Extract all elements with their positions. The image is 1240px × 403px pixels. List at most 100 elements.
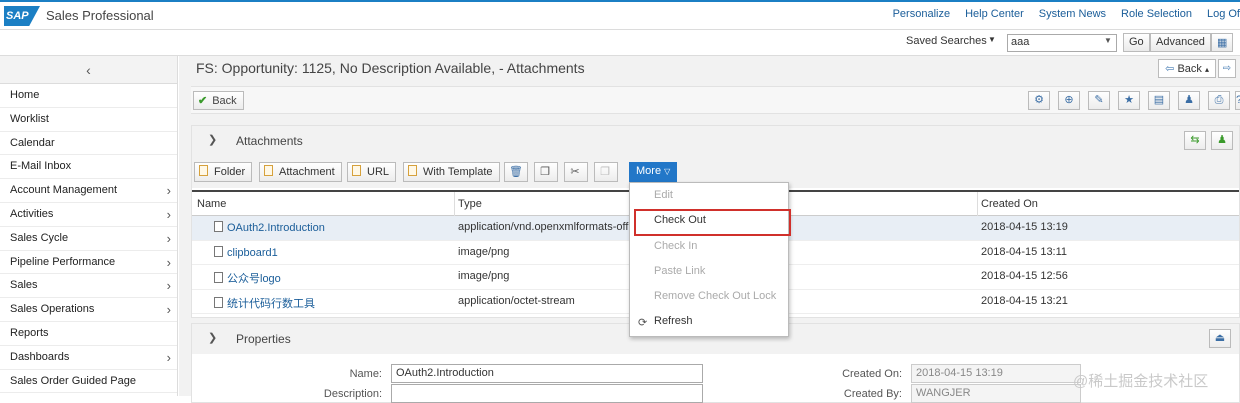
collapse-attachments-icon[interactable]: ❯ <box>208 133 217 146</box>
attachment-type: image/png <box>458 270 510 282</box>
page-toolbar: ✔ Back ⚙ ⊕ ✎ ★ ▤ ♟ ⎙ ? <box>191 86 1240 114</box>
check-icon: ✔ <box>198 95 208 107</box>
sidebar-item-reports[interactable]: Reports <box>0 322 177 346</box>
system-news-link[interactable]: System News <box>1039 8 1106 20</box>
file-icon <box>214 272 223 283</box>
sidebar-item-account-management[interactable]: Account Management › <box>0 179 177 203</box>
column-header-name[interactable]: Name <box>197 198 226 210</box>
saved-searches-caret-icon[interactable]: ▼ <box>988 35 996 44</box>
sidebar-item-worklist[interactable]: Worklist <box>0 108 177 132</box>
attachment-name-link[interactable]: 公众号logo <box>214 270 281 286</box>
search-dropdown-icon[interactable]: ▼ <box>1104 36 1112 45</box>
help-center-link[interactable]: Help Center <box>965 8 1024 20</box>
cut-icon[interactable]: ✂ <box>564 162 588 182</box>
sidebar-item-label: Sales Cycle <box>10 231 69 244</box>
sidebar-item-label: Activities <box>10 207 54 220</box>
column-header-type[interactable]: Type <box>458 198 482 210</box>
more-menu: Edit Check Out Check In Paste Link Remov… <box>629 182 791 337</box>
scroll-top-icon[interactable]: ⏏ <box>1209 329 1231 348</box>
attachment-name-link[interactable]: OAuth2.Introduction <box>214 221 325 234</box>
menu-item-check-in: Check In <box>654 239 698 252</box>
user-settings-icon[interactable]: ♟ <box>1211 131 1233 150</box>
new-url-button[interactable]: URL <box>347 162 397 182</box>
sidebar-item-dashboards[interactable]: Dashboards › <box>0 346 177 370</box>
sidebar-item-label: E-Mail Inbox <box>10 160 72 173</box>
description-field[interactable] <box>391 384 703 403</box>
copy-icon[interactable]: ❐ <box>534 162 558 182</box>
chevron-right-icon: › <box>166 254 171 270</box>
sidebar: ‹ Home Worklist Calendar E-Mail Inbox Ac… <box>0 56 178 396</box>
settings-icon[interactable]: ⚙ <box>1028 91 1050 110</box>
sidebar-item-home[interactable]: Home <box>0 84 177 108</box>
go-button[interactable]: Go <box>1123 33 1150 52</box>
delete-icon[interactable]: 🗑 <box>504 162 528 182</box>
attachment-type: image/png <box>458 245 510 258</box>
collapse-properties-icon[interactable]: ❯ <box>208 331 217 344</box>
sidebar-item-label: Home <box>10 89 40 101</box>
layout-icon[interactable]: ▦ <box>1211 33 1233 52</box>
more-button[interactable]: More ▽ <box>629 162 678 182</box>
history-back-button[interactable]: ⇦ Back ▴ <box>1158 59 1216 78</box>
top-bar: SAP Sales Professional Personalize Help … <box>0 0 1240 30</box>
chevron-right-icon: › <box>166 302 171 318</box>
attachment-created-on: 2018-04-15 12:56 <box>981 270 1068 282</box>
chevron-right-icon: › <box>166 349 171 365</box>
attachment-type: application/octet-stream <box>458 294 575 307</box>
sidebar-item-sales-cycle[interactable]: Sales Cycle › <box>0 227 177 251</box>
column-header-created-on[interactable]: Created On <box>981 198 1038 210</box>
chevron-right-icon: › <box>166 230 171 246</box>
notes-icon[interactable]: ▤ <box>1148 91 1170 110</box>
new-attachment-button[interactable]: Attachment <box>259 162 342 182</box>
paste-icon[interactable]: ❐ <box>594 162 618 182</box>
sidebar-item-label: Calendar <box>10 136 55 149</box>
name-label: Name: <box>349 368 382 380</box>
attachment-name-link[interactable]: 统计代码行数工具 <box>214 295 315 311</box>
attachments-title: Attachments <box>236 134 303 148</box>
sidebar-item-label: Worklist <box>10 112 49 125</box>
attachment-name-link[interactable]: clipboard1 <box>214 245 278 259</box>
name-field[interactable]: OAuth2.Introduction <box>391 364 703 383</box>
log-off-link[interactable]: Log Of <box>1207 8 1240 20</box>
sidebar-item-label: Reports <box>10 326 49 339</box>
sidebar-item-activities[interactable]: Activities › <box>0 203 177 227</box>
created-on-field: 2018-04-15 13:19 <box>911 364 1081 383</box>
sidebar-item-pipeline-performance[interactable]: Pipeline Performance › <box>0 251 177 275</box>
new-folder-button[interactable]: Folder <box>194 162 253 182</box>
file-icon <box>214 221 223 232</box>
print-icon[interactable]: ⎙ <box>1208 91 1230 110</box>
advanced-search-button[interactable]: Advanced <box>1150 33 1211 52</box>
tag-icon[interactable]: ✎ <box>1088 91 1110 110</box>
back-button[interactable]: ✔ Back <box>193 91 244 110</box>
saved-searches-label[interactable]: Saved Searches <box>906 35 987 47</box>
collapse-sidebar-icon[interactable]: ‹ <box>0 56 177 84</box>
history-forward-button[interactable]: ⇨ <box>1218 59 1236 78</box>
sidebar-item-label: Account Management <box>10 184 118 197</box>
export-icon[interactable]: ⇆ <box>1184 131 1206 150</box>
role-selection-link[interactable]: Role Selection <box>1121 8 1192 20</box>
template-label: With Template <box>423 166 493 178</box>
arrow-left-icon: ⇦ <box>1165 63 1178 75</box>
created-by-field: WANGJER <box>911 384 1081 403</box>
new-document-icon[interactable]: ⊕ <box>1058 91 1080 110</box>
with-template-button[interactable]: With Template <box>403 162 500 182</box>
sidebar-item-calendar[interactable]: Calendar <box>0 132 177 156</box>
folder-label: Folder <box>214 166 246 178</box>
user-icon[interactable]: ♟ <box>1178 91 1200 110</box>
help-icon[interactable]: ? <box>1235 91 1240 110</box>
attachment-name: 统计代码行数工具 <box>227 297 315 310</box>
page-title: FS: Opportunity: 1125, No Description Av… <box>196 60 585 76</box>
sidebar-item-email-inbox[interactable]: E-Mail Inbox <box>0 155 177 180</box>
chevron-right-icon: › <box>166 183 171 199</box>
search-input[interactable]: aaa <box>1007 34 1117 52</box>
menu-item-refresh[interactable]: Refresh <box>630 309 788 334</box>
favorite-icon[interactable]: ★ <box>1118 91 1140 110</box>
sidebar-item-label: Dashboards <box>10 350 70 363</box>
chevron-down-icon: ▽ <box>664 167 671 176</box>
sidebar-item-sales-operations[interactable]: Sales Operations › <box>0 298 177 322</box>
attachment-name: OAuth2.Introduction <box>227 222 325 234</box>
back-button-label: Back <box>212 95 237 107</box>
sidebar-item-sales-order-guided-page[interactable]: Sales Order Guided Page <box>0 370 177 394</box>
sidebar-item-sales[interactable]: Sales › <box>0 274 177 299</box>
personalize-link[interactable]: Personalize <box>893 8 950 20</box>
description-label: Description: <box>323 388 382 400</box>
